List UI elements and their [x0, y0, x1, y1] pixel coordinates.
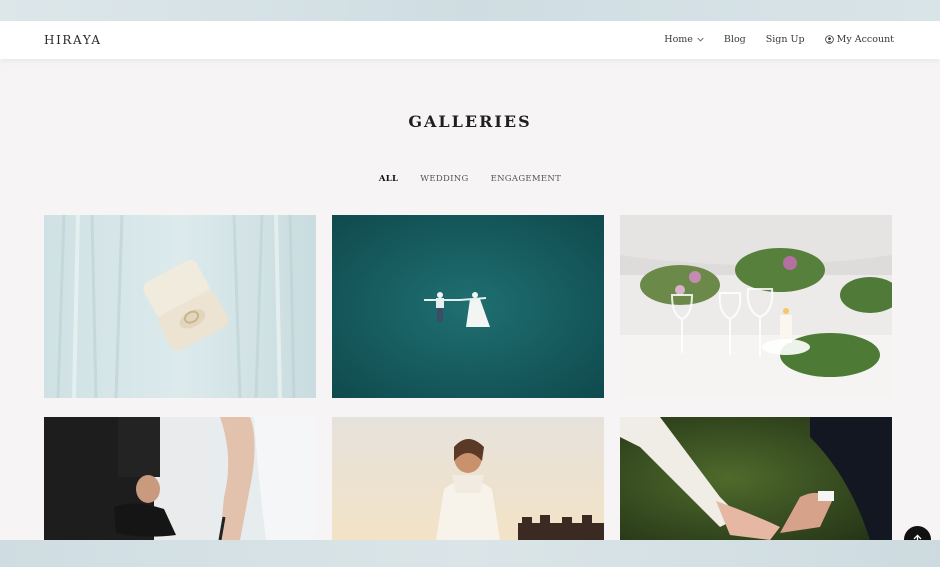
navbar: HIRAYA Home Blog Sign Up My Account: [0, 21, 940, 59]
nav-my-account-label: My Account: [836, 34, 894, 45]
nav-home-label: Home: [664, 34, 693, 45]
brand-logo[interactable]: HIRAYA: [44, 33, 102, 47]
gallery-item-table-setting[interactable]: [620, 215, 892, 398]
page: HIRAYA Home Blog Sign Up My Account GALL…: [0, 21, 940, 540]
ring-box-photo: [44, 215, 316, 398]
gallery-item-ring-box[interactable]: [44, 215, 316, 398]
nav-signup[interactable]: Sign Up: [766, 34, 805, 45]
gallery-item-holding-hands[interactable]: [620, 417, 892, 540]
filter-engagement[interactable]: ENGAGEMENT: [491, 174, 562, 184]
main-nav: Home Blog Sign Up My Account: [664, 34, 894, 45]
chevron-down-icon: [697, 37, 704, 42]
gallery-filters: ALL WEDDING ENGAGEMENT: [0, 174, 940, 184]
gallery-item-bride-sunset[interactable]: [332, 417, 604, 540]
bride-sunset-photo: [332, 417, 604, 540]
nav-blog[interactable]: Blog: [724, 34, 746, 45]
window-bottom-strip: [0, 540, 940, 567]
user-circle-icon: [824, 35, 834, 44]
table-setting-photo: [620, 215, 892, 398]
nav-my-account[interactable]: My Account: [824, 34, 894, 45]
aerial-couple-photo: [332, 215, 604, 398]
nav-home[interactable]: Home: [664, 34, 704, 45]
gallery-item-aerial-couple[interactable]: [332, 215, 604, 398]
holding-hands-photo: [620, 417, 892, 540]
filter-all[interactable]: ALL: [379, 174, 398, 184]
gallery-item-groom-shoes[interactable]: [44, 417, 316, 540]
page-title: GALLERIES: [408, 112, 532, 131]
back-to-top-button[interactable]: [904, 526, 931, 540]
filter-wedding[interactable]: WEDDING: [420, 174, 468, 184]
groom-shoes-photo: [44, 417, 316, 540]
window-top-strip: [0, 0, 940, 21]
